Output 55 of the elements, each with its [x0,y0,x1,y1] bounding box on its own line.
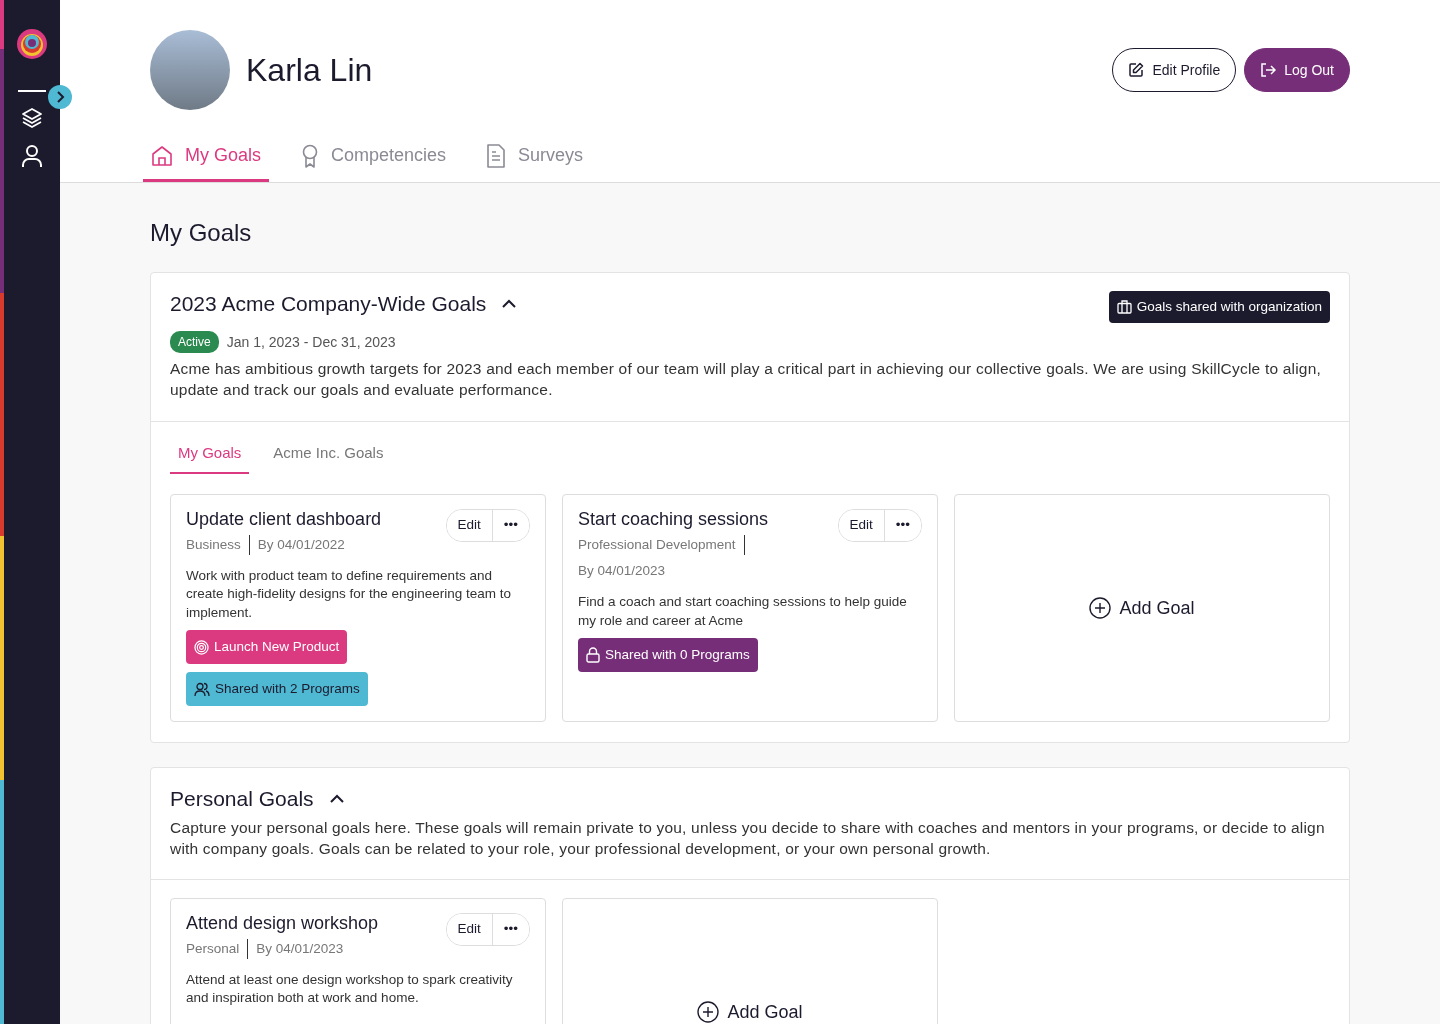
nav-tab[interactable]: My Goals [143,134,270,182]
more-button[interactable]: ••• [491,914,529,945]
section-description: Capture your personal goals here. These goals will remain private to you, unless you decide to share with coaches and mentors in your programs, or decide to align with company goals. Goals can be related to your role, your professional development, or your own personal growth. [170,817,1326,859]
goal-description: Attend at least one design workshop to spark creativity and inspiration both at work and home. [186,971,514,1008]
logo-icon [16,28,48,60]
goal-description: Work with product team to define requirements and create high-fidelity designs for the engineering team to implement. [186,567,512,622]
home-icon [151,144,173,167]
target-icon [194,639,209,655]
goal-category: Professional Development [578,535,745,556]
status-label: Active [170,331,219,354]
goal-due-date: By 04/01/2022 [257,536,345,554]
date-range: Jan 1, 2023 - Dec 31, 2023 [226,332,396,352]
logout-icon [1260,62,1277,78]
section-title: Personal Goals [170,786,314,812]
goal-due-date: By 04/01/2023 [578,562,666,581]
lock-icon [586,647,600,664]
chevron-right-icon [55,91,65,103]
nav-tab[interactable]: Surveys [478,134,592,182]
expand-sidebar-button[interactable] [48,85,72,109]
user-icon[interactable] [21,144,43,168]
sub-tab[interactable]: My Goals [170,439,250,475]
log-out-button[interactable]: Log Out [1244,48,1350,92]
page-title: My Goals [150,219,253,248]
nav-tab[interactable]: Competencies [293,134,455,182]
plus-circle-icon [1089,597,1112,620]
chevron-up-icon[interactable] [502,298,517,308]
sharing-tag[interactable]: Shared with 2 Programs [186,672,368,707]
organization-goals-button[interactable]: Goals shared with organization [1108,290,1330,324]
add-goal-button[interactable]: Add Goal [691,997,809,1024]
more-button[interactable]: ••• [491,510,529,541]
layers-icon[interactable] [20,106,44,130]
objective-tag[interactable]: Launch New Product [186,629,348,665]
goal-category: Business [186,535,250,556]
sub-tab[interactable]: Acme Inc. Goals [265,439,392,475]
more-button[interactable]: ••• [883,510,921,541]
goal-category: Personal [186,939,249,960]
profile-name: Karla Lin [246,50,373,90]
sharing-tag[interactable]: Shared with 0 Programs [578,637,758,673]
divider-line-icon [18,90,46,92]
goal-due-date: By 04/01/2023 [256,940,344,958]
briefcase-icon [1116,299,1132,314]
section-description: Acme has ambitious growth targets for 2023 and each member of our team will play a critical part in achieving our collective goals. We are using SkillCycle to align, update and track our goals and evaluate performance. [170,359,1322,400]
ribbon-icon [301,143,320,168]
edit-icon [1128,62,1145,78]
document-icon [486,143,507,168]
people-icon [194,681,210,697]
add-goal-button[interactable]: Add Goal [1083,593,1201,623]
section-title: 2023 Acme Company-Wide Goals [170,290,487,316]
goal-title: Attend design workshop [186,913,379,935]
goal-title: Update client dashboard [186,509,382,531]
edit-profile-button[interactable]: Edit Profile [1112,48,1237,92]
goal-description: Find a coach and start coaching sessions to help guide my role and career at Acme [578,593,908,630]
plus-circle-icon [697,1001,720,1024]
goal-title: Start coaching sessions [578,509,770,531]
chevron-up-icon[interactable] [329,794,344,804]
